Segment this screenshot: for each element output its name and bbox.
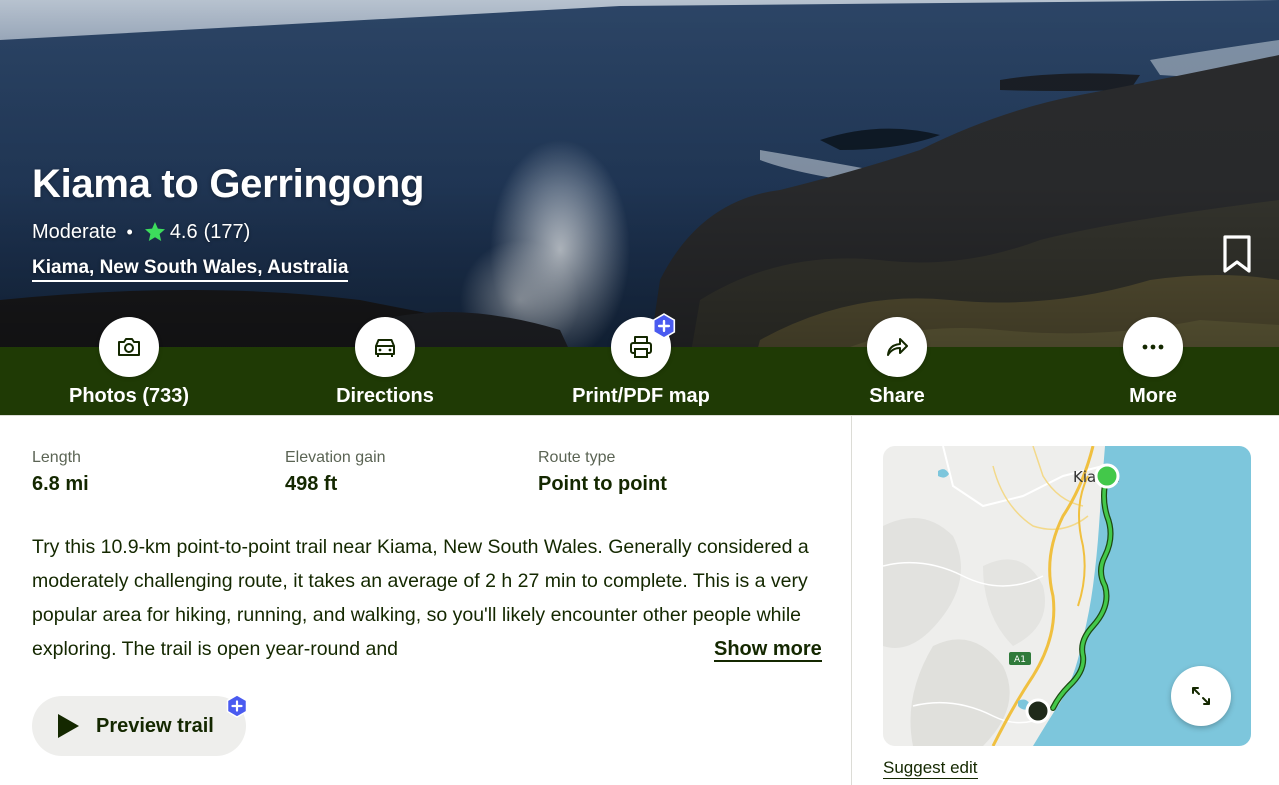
preview-trail-label: Preview trail — [96, 714, 214, 737]
share-circle[interactable] — [867, 317, 927, 377]
trail-meta: Moderate • 4.6 (177) — [32, 220, 250, 244]
photos-label: Photos (733) — [68, 385, 190, 407]
print-label: Print/PDF map — [572, 385, 710, 407]
more-circle[interactable] — [1123, 317, 1183, 377]
stat-elevation: Elevation gain 498 ft — [285, 449, 538, 496]
directions-circle[interactable] — [355, 317, 415, 377]
camera-icon — [118, 338, 140, 356]
column-divider — [851, 416, 852, 785]
trail-title: Kiama to Gerringong — [32, 162, 425, 206]
review-count[interactable]: (177) — [204, 221, 251, 244]
expand-map-button[interactable] — [1171, 666, 1231, 726]
preview-trail-button[interactable]: Preview trail — [32, 696, 246, 756]
suggest-edit-link[interactable]: Suggest edit — [883, 758, 978, 779]
photos-button[interactable]: Photos (733) — [39, 317, 219, 408]
stat-value: 6.8 mi — [32, 473, 89, 495]
trail-stats: Length 6.8 mi Elevation gain 498 ft Rout… — [32, 449, 791, 496]
show-more-link[interactable]: Show more — [704, 632, 822, 666]
location-link[interactable]: Kiama, New South Wales, Australia — [32, 257, 349, 282]
star-icon — [144, 222, 165, 241]
share-arrow-icon — [887, 338, 908, 356]
stat-length: Length 6.8 mi — [32, 449, 285, 496]
more-label: More — [1129, 385, 1177, 407]
directions-label: Directions — [336, 385, 434, 407]
print-circle[interactable] — [611, 313, 676, 377]
share-button[interactable]: Share — [807, 317, 987, 408]
share-label: Share — [869, 385, 925, 407]
photos-circle[interactable] — [99, 317, 159, 377]
meta-separator: • — [126, 221, 133, 242]
premium-plus-icon — [652, 313, 676, 339]
bookmark-icon[interactable] — [1220, 234, 1254, 274]
play-icon — [58, 714, 79, 738]
stat-label: Route type — [538, 449, 616, 466]
rating-value: 4.6 — [169, 220, 198, 243]
stat-value: 498 ft — [285, 473, 338, 495]
print-map-button[interactable]: Print/PDF map — [551, 313, 731, 408]
expand-icon — [1192, 687, 1210, 705]
car-icon — [375, 339, 395, 357]
more-button[interactable]: More — [1063, 317, 1243, 408]
stat-value: Point to point — [538, 473, 667, 495]
premium-plus-icon — [226, 694, 248, 718]
more-dots-icon — [1142, 344, 1164, 350]
show-more-label[interactable]: Show more — [714, 638, 822, 662]
hero-bottom-border — [0, 415, 1279, 416]
stat-label: Elevation gain — [285, 449, 386, 466]
road-label: A1 — [1014, 655, 1026, 665]
stat-label: Length — [32, 449, 81, 466]
stat-route-type: Route type Point to point — [538, 449, 791, 496]
difficulty-label: Moderate — [32, 220, 117, 243]
directions-button[interactable]: Directions — [295, 317, 475, 408]
